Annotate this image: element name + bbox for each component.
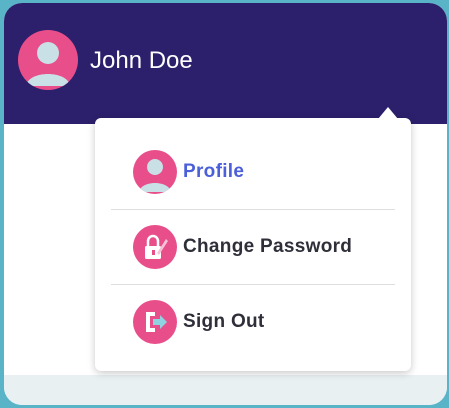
menu-item-profile[interactable]: Profile — [95, 135, 411, 209]
bottom-strip — [4, 375, 447, 405]
user-dropdown-menu: Profile Change Password Sign Out — [95, 107, 411, 371]
password-lock-icon — [133, 225, 177, 269]
dropdown-caret — [378, 107, 398, 119]
menu-item-sign-out[interactable]: Sign Out — [95, 285, 411, 359]
menu-item-label: Change Password — [183, 236, 353, 257]
user-avatar-icon[interactable] — [18, 30, 78, 90]
menu-item-change-password[interactable]: Change Password — [95, 210, 411, 284]
window-frame: John Doe Profile Change Password Sign Ou… — [4, 3, 447, 405]
header-bar: John Doe — [4, 3, 447, 124]
user-icon — [133, 150, 177, 194]
menu-item-label: Profile — [183, 161, 245, 182]
sign-out-icon — [133, 300, 177, 344]
user-name[interactable]: John Doe — [90, 47, 193, 75]
menu-item-label: Sign Out — [183, 311, 265, 332]
